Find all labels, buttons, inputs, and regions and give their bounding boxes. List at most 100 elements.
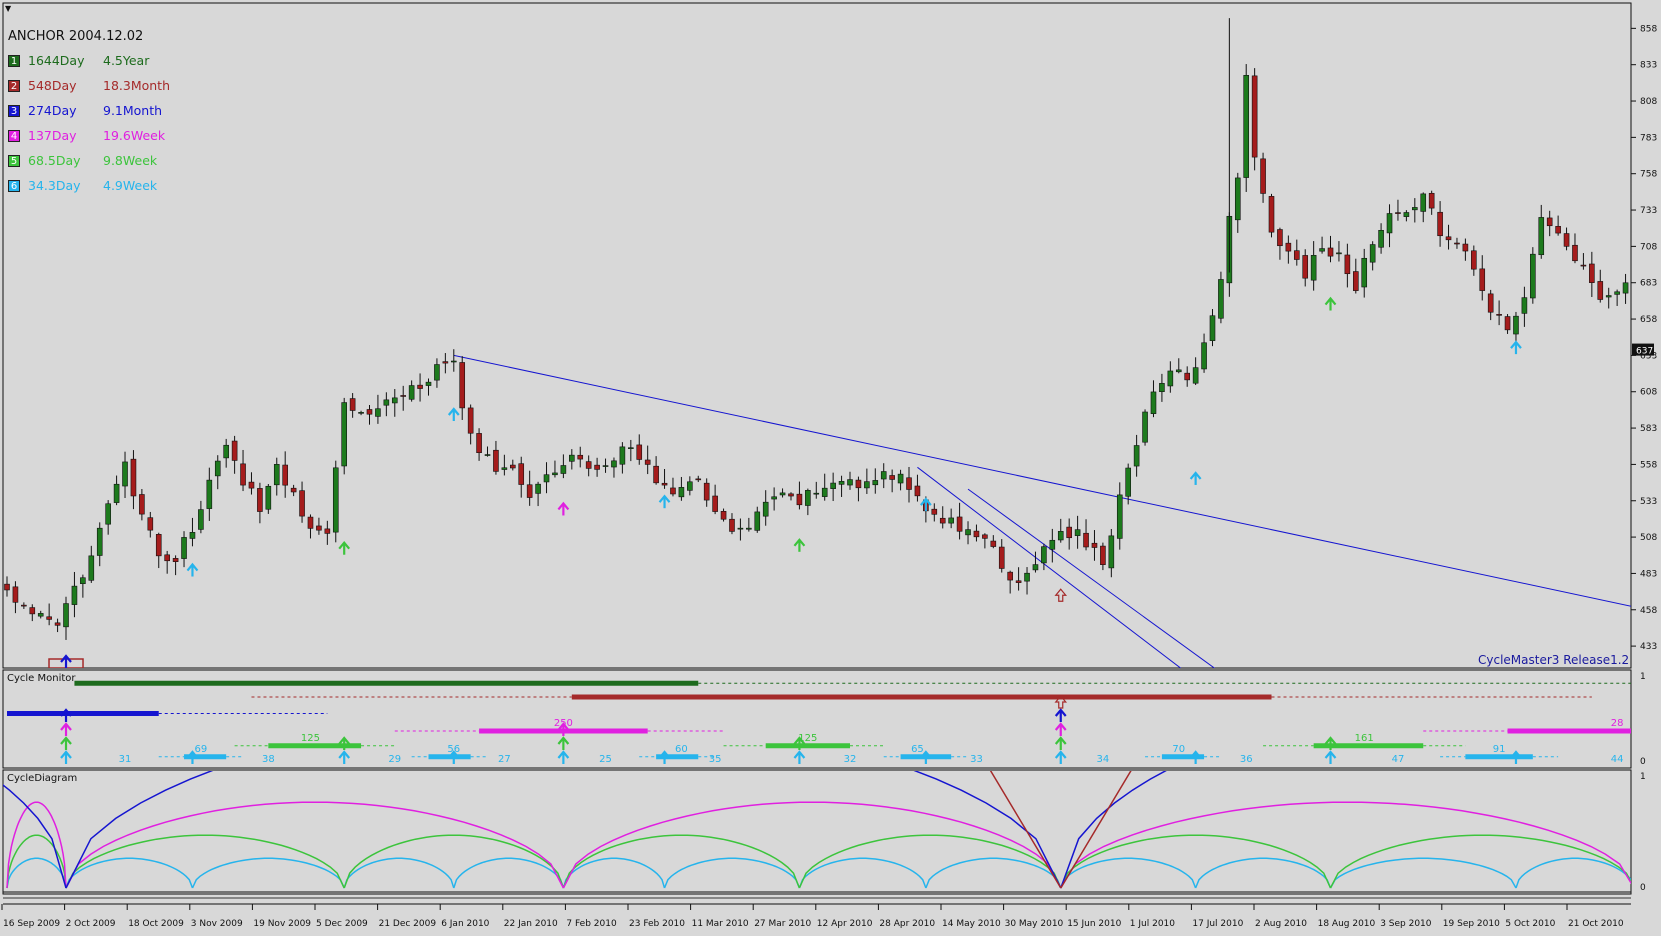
candle-body (198, 509, 204, 530)
candle-body (762, 501, 769, 517)
candle-body (189, 532, 196, 539)
candle-body (341, 402, 348, 467)
candle-body (273, 464, 280, 486)
candle-body (729, 518, 735, 532)
candle-body (1032, 564, 1039, 571)
legend-days: 1644Day (28, 53, 85, 68)
candle-body (37, 613, 44, 617)
candle-body (712, 495, 718, 512)
candle-body (990, 540, 997, 547)
candle-body (425, 381, 432, 386)
candle-body (535, 483, 541, 494)
candle-body (383, 399, 390, 406)
candle-body (830, 482, 836, 489)
y-tick-label: 558 (1640, 460, 1657, 470)
candle-body (1184, 372, 1190, 381)
legend-index: 4 (8, 129, 20, 142)
candle-body (805, 490, 811, 506)
candle-body (872, 480, 879, 486)
candle-body (105, 503, 111, 525)
y-tick-label: 833 (1640, 61, 1657, 71)
candle-body (71, 585, 78, 605)
candle-body (1504, 316, 1511, 331)
candle-body (316, 525, 322, 531)
candle-body (585, 461, 592, 469)
candle-body (1605, 295, 1612, 298)
candle-body (1201, 342, 1207, 370)
y-tick-label: 758 (1640, 170, 1657, 180)
monitor-count-label: 36 (1240, 754, 1253, 765)
candle-body (998, 546, 1005, 569)
candle-body (113, 483, 120, 503)
candle-body (1538, 217, 1545, 256)
candle-body (1310, 255, 1317, 281)
candle-body (467, 407, 474, 434)
candle-body (366, 409, 373, 415)
candle-body (290, 487, 297, 493)
x-tick-label: 28 Apr 2010 (879, 919, 935, 929)
x-tick-label: 11 Mar 2010 (692, 919, 749, 929)
candle-body (231, 440, 238, 461)
price-panel (2, 2, 1632, 669)
candle-body (307, 516, 314, 529)
panel-scale-label: 1 (1640, 672, 1646, 682)
candle-body (1420, 193, 1427, 212)
monitor-count-label: 38 (262, 754, 275, 765)
candle-body (1277, 229, 1283, 247)
x-tick-label: 21 Dec 2009 (379, 919, 437, 929)
candle-body (130, 458, 137, 497)
legend-row-6: 6 34.3Day 4.9Week (8, 173, 170, 198)
candle-body (12, 586, 19, 603)
x-tick-label: 17 Jul 2010 (1192, 919, 1243, 929)
candle-body (265, 485, 272, 510)
candle-body (788, 493, 794, 497)
candle-body (1066, 526, 1072, 539)
candle-body (897, 473, 904, 484)
legend-span: 18.3Month (103, 78, 171, 93)
candle-body (939, 517, 946, 524)
candle-body (476, 433, 482, 453)
x-tick-label: 1 Jul 2010 (1130, 919, 1175, 929)
diagram-panel (2, 769, 1632, 895)
candle-body (1428, 192, 1435, 209)
x-tick-label: 6 Jan 2010 (441, 919, 489, 929)
candle-body (1437, 211, 1443, 237)
legend-index: 3 (8, 104, 20, 117)
x-tick-label: 19 Nov 2009 (253, 919, 311, 929)
candle-body (1378, 230, 1384, 248)
candle-body (375, 408, 381, 417)
candle-body (628, 447, 634, 449)
candle-body (1487, 293, 1494, 313)
chart-menu-caret-icon[interactable]: ▼ (5, 4, 11, 13)
x-tick-label: 23 Feb 2010 (629, 919, 685, 929)
candle-body (206, 479, 213, 509)
monitor-count-label: 29 (388, 754, 401, 765)
candle-body (1209, 315, 1216, 341)
candle-body (973, 530, 980, 538)
legend-span: 9.8Week (103, 153, 158, 168)
candle-body (1167, 370, 1174, 387)
x-tick-label: 12 Apr 2010 (817, 919, 873, 929)
legend-row-5: 5 68.5Day 9.8Week (8, 148, 170, 173)
candle-body (21, 604, 27, 607)
candle-body (450, 360, 457, 363)
candle-body (1319, 248, 1325, 252)
monitor-panel-title: Cycle Monitor (7, 673, 76, 684)
candle-body (720, 511, 727, 520)
x-tick-label: 3 Sep 2010 (1380, 919, 1432, 929)
candle-body (1218, 279, 1224, 319)
candle-body (1530, 253, 1536, 299)
y-tick-label: 683 (1640, 279, 1657, 289)
candle-body (501, 467, 508, 470)
x-tick-label: 5 Dec 2009 (316, 919, 368, 929)
candle-body (678, 487, 685, 498)
candle-body (838, 481, 845, 485)
legend-days: 274Day (28, 103, 77, 118)
candle-body (63, 603, 69, 628)
candle-body (1555, 226, 1561, 234)
y-tick-label: 583 (1640, 424, 1657, 434)
x-tick-label: 15 Jun 2010 (1067, 919, 1121, 929)
candle-body (434, 364, 440, 381)
monitor-count-label: 32 (844, 754, 857, 765)
candle-body (484, 454, 491, 456)
